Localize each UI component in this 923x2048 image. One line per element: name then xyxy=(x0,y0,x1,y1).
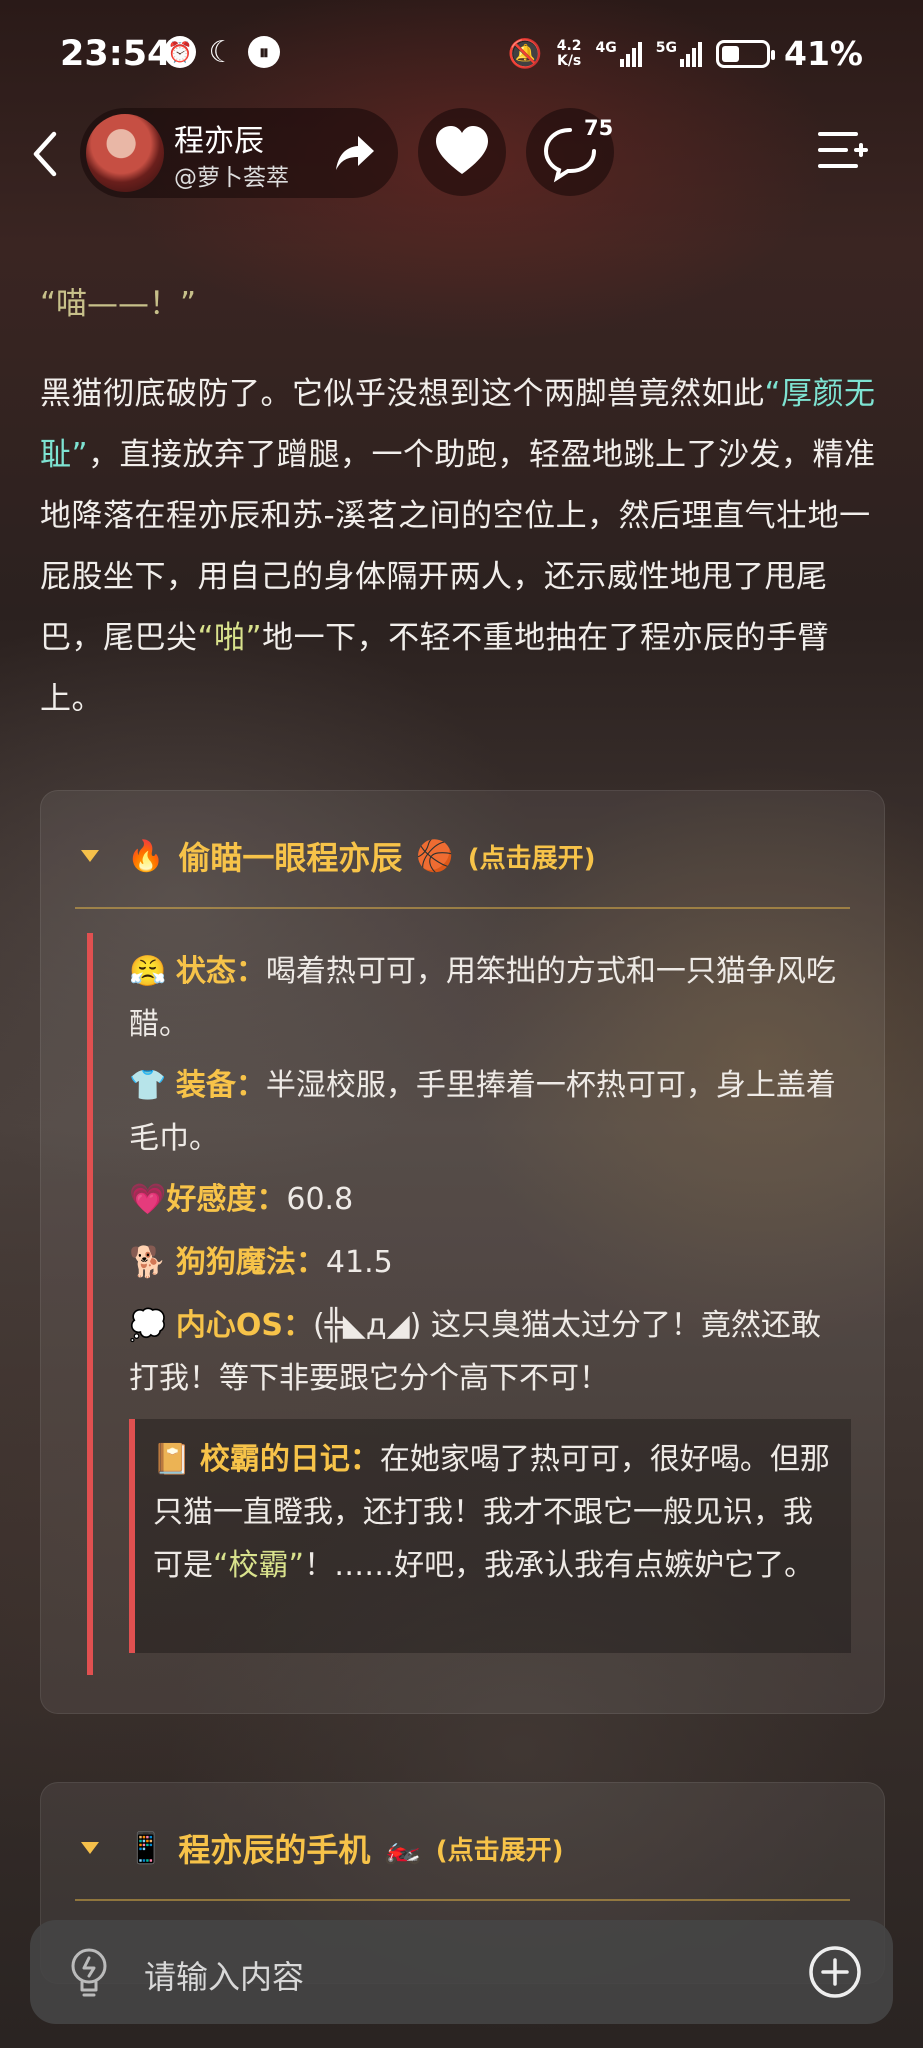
comment-button[interactable]: 75 xyxy=(526,108,614,196)
phone-icon: 📱 xyxy=(127,1830,165,1866)
profile-chip[interactable]: 程亦辰 @萝卜荟萃 xyxy=(80,108,398,198)
affection-row: 💗好感度：60.8 xyxy=(129,1182,354,1217)
share-icon[interactable] xyxy=(332,130,378,176)
status-time: 23:54 xyxy=(60,34,172,74)
motorcycle-icon: 🏍️ xyxy=(384,1830,422,1866)
shirt-icon: 👕 xyxy=(129,1068,167,1103)
status-icons-left: ⏰ ☾ ⏸ xyxy=(164,34,280,70)
like-button[interactable] xyxy=(418,108,506,196)
status-panel-toggle[interactable]: 🔥 偷瞄一眼程亦辰 🏀 (点击展开) xyxy=(81,833,596,879)
mute-icon: 🔕 xyxy=(507,37,543,70)
message-input-bar: 请输入内容 xyxy=(30,1920,893,2024)
phone-panel-toggle[interactable]: 📱 程亦辰的手机 🏍️ (点击展开) xyxy=(81,1825,564,1871)
profile-name: 程亦辰 xyxy=(174,124,264,159)
dog-icon: 🐕 xyxy=(129,1245,167,1280)
angry-face-icon: 😤 xyxy=(129,954,167,989)
quote-line: “喵——！” xyxy=(40,286,197,322)
back-button[interactable] xyxy=(22,126,72,182)
divider xyxy=(75,1899,850,1901)
signal-5g: 5G xyxy=(656,40,702,67)
heart-icon xyxy=(436,126,488,174)
thought-bubble-icon: 💭 xyxy=(129,1308,167,1343)
heart-icon: 💗 xyxy=(129,1182,167,1217)
equipment-row: 👕 装备：半湿校服，手里捧着一杯热可可，身上盖着毛巾。 xyxy=(129,1068,836,1156)
panel-hint: (点击展开) xyxy=(467,843,596,874)
signal-bars-icon xyxy=(680,41,702,67)
battery-icon xyxy=(716,39,775,68)
status-row: 😤 状态：喝着热可可，用笨拙的方式和一只猫争风吃醋。 xyxy=(129,954,836,1042)
status-bar: 23:54 ⏰ ☾ ⏸ 🔕 4.2 K/s 4G 5G 41% xyxy=(0,0,923,112)
signal-4g: 4G xyxy=(596,40,642,67)
add-button[interactable] xyxy=(807,1944,863,2000)
message-input[interactable]: 请输入内容 xyxy=(144,1952,304,1998)
signal-bars-icon xyxy=(619,41,642,67)
net-speed: 4.2 K/s xyxy=(556,37,582,69)
fire-icon: 🔥 xyxy=(127,838,165,874)
highlight-text: “校霸” xyxy=(213,1548,305,1583)
triangle-down-icon xyxy=(81,1842,99,1854)
highlight-text: “啪” xyxy=(197,620,263,656)
panel-hint: (点击展开) xyxy=(435,1835,564,1866)
story-paragraph: 黑猫彻底破防了。它似乎没想到这个两脚兽竟然如此“厚颜无耻”，直接放弃了蹭腿，一个… xyxy=(40,376,876,717)
pause-icon: ⏸ xyxy=(248,36,280,68)
comment-count: 75 xyxy=(584,116,614,140)
menu-button[interactable] xyxy=(816,128,868,176)
profile-handle: @萝卜荟萃 xyxy=(174,165,289,191)
avatar[interactable] xyxy=(86,114,164,192)
panel-title: 程亦辰的手机 xyxy=(178,1831,371,1869)
basketball-icon: 🏀 xyxy=(416,838,454,874)
status-panel: 🔥 偷瞄一眼程亦辰 🏀 (点击展开) 😤 状态：喝着热可可，用笨拙的方式和一只猫… xyxy=(40,790,885,1714)
moon-icon: ☾ xyxy=(208,34,236,70)
diary-box: 📔 校霸的日记：在她家喝了热可可，很好喝。但那只猫一直瞪我，还打我！我才不跟它一… xyxy=(129,1419,851,1653)
lightbulb-icon[interactable] xyxy=(66,1946,112,1998)
menu-add-icon xyxy=(818,132,868,168)
plus-circle-icon xyxy=(809,1946,861,1998)
dog-magic-row: 🐕 狗狗魔法：41.5 xyxy=(129,1245,393,1280)
alarm-icon: ⏰ xyxy=(164,36,196,68)
chevron-left-icon xyxy=(33,131,57,177)
triangle-down-icon xyxy=(81,850,99,862)
battery-percent: 41% xyxy=(784,34,863,73)
status-icons-right: 🔕 4.2 K/s 4G 5G 41% xyxy=(508,34,863,73)
panel-title: 偷瞄一眼程亦辰 xyxy=(178,839,403,877)
inner-os-row: 💭 内心OS：(╬◣д◢) 这只臭猫太过分了！竟然还敢打我！等下非要跟它分个高下… xyxy=(129,1308,821,1396)
status-details: 😤 状态：喝着热可可，用笨拙的方式和一只猫争风吃醋。 👕 装备：半湿校服，手里捧… xyxy=(87,933,851,1675)
notebook-icon: 📔 xyxy=(153,1442,191,1477)
divider xyxy=(75,907,850,909)
